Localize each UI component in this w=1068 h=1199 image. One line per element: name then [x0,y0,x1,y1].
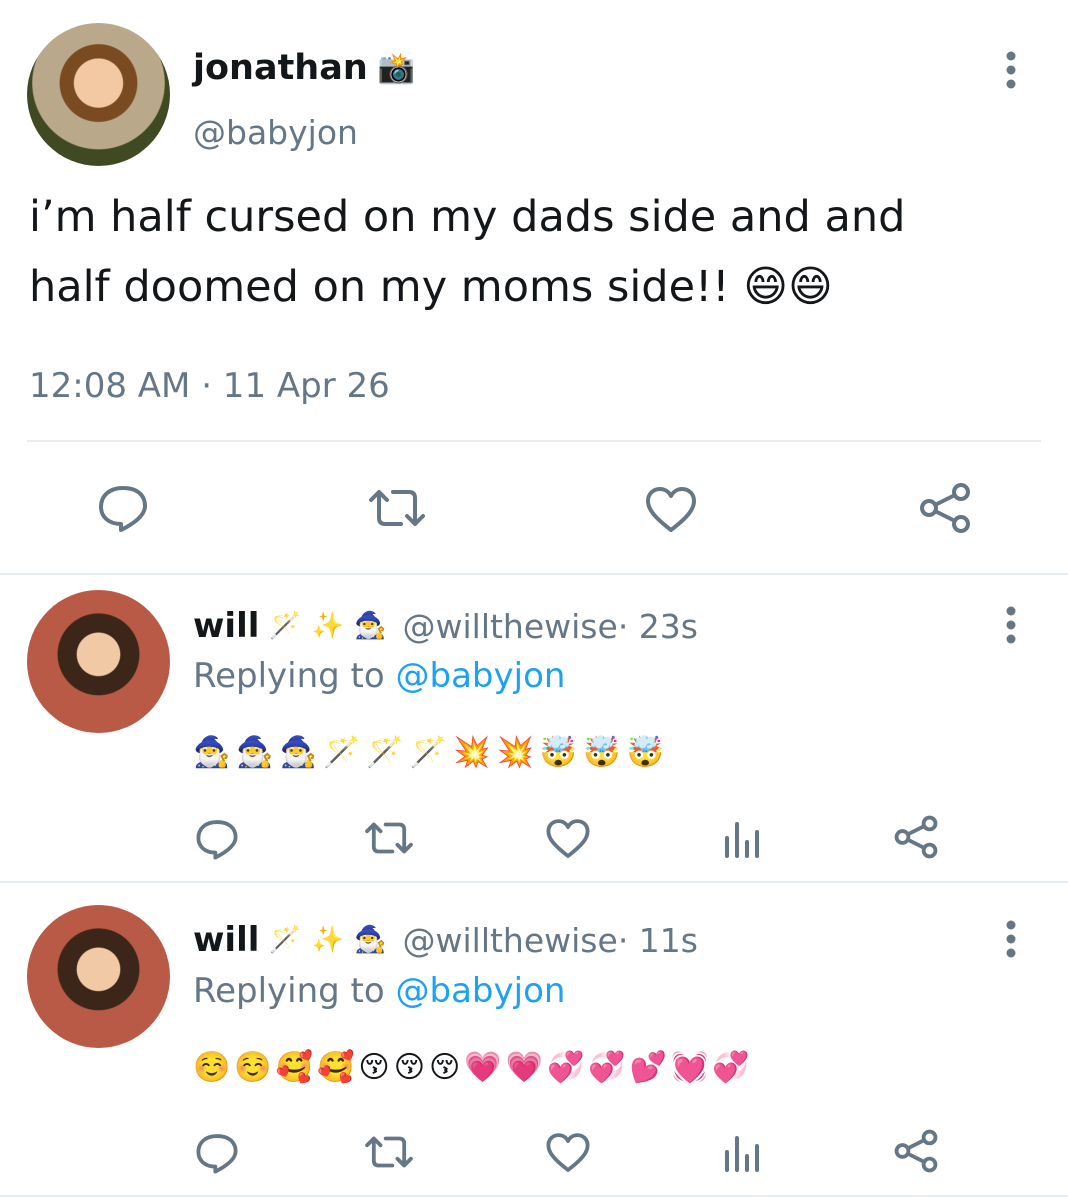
avatar[interactable] [27,23,170,166]
analytics-icon[interactable] [722,1132,762,1172]
wand-sparkles-mage-emoji: 🪄✨🧙‍♂️ [269,611,397,641]
avatar[interactable] [27,905,170,1048]
section-divider [0,881,1068,883]
display-name[interactable]: jonathan [193,48,368,88]
more-icon[interactable] [1000,919,1022,959]
like-icon[interactable] [644,486,698,534]
tweet-text-line-2: half doomed on my moms side!! 😄😄 [29,262,833,312]
display-name[interactable]: will [193,920,259,960]
user-handle[interactable]: @babyjon [193,113,358,152]
avatar[interactable] [27,590,170,733]
user-handle[interactable]: @willthewise [403,921,618,960]
share-icon[interactable] [893,815,939,859]
replying-to-link[interactable]: @babyjon [396,656,566,696]
share-icon[interactable] [893,1129,939,1173]
retweet-icon[interactable] [362,1133,416,1171]
like-icon[interactable] [545,1132,591,1174]
share-icon[interactable] [918,482,972,534]
replying-to-link[interactable]: @babyjon [396,971,566,1011]
camera-flash-emoji: 📸 [377,50,416,86]
display-name[interactable]: will [193,606,259,646]
retweet-icon[interactable] [362,819,416,857]
more-icon[interactable] [1000,50,1022,90]
wand-sparkles-mage-emoji: 🪄✨🧙‍♂️ [269,925,397,955]
reply-time[interactable]: · 23s [618,607,698,646]
divider [27,440,1041,442]
reply-time[interactable]: · 11s [618,921,698,960]
replying-label: Replying to [193,656,396,696]
replying-label: Replying to [193,971,396,1011]
more-icon[interactable] [1000,605,1022,645]
tweet-text-line-1: i’m half cursed on my dads side and and [29,192,906,242]
tweet-timestamp[interactable]: 12:08 AM · 11 Apr 26 [29,366,390,406]
reply-icon[interactable] [195,818,239,860]
user-handle[interactable]: @willthewise [403,607,618,646]
reply-icon[interactable] [97,484,149,532]
section-divider [0,1195,1068,1197]
reply-body: ☺️☺️🥰🥰😚😚😚💗💗💞💞💕💓💞 [193,1050,754,1085]
analytics-icon[interactable] [722,818,762,858]
section-divider [0,573,1068,575]
like-icon[interactable] [545,818,591,860]
retweet-icon[interactable] [365,486,429,530]
reply-body: 🧙‍♂️🧙‍♂️🧙‍♂️🪄🪄🪄💥💥🤯🤯🤯 [193,735,670,770]
reply-icon[interactable] [195,1132,239,1174]
